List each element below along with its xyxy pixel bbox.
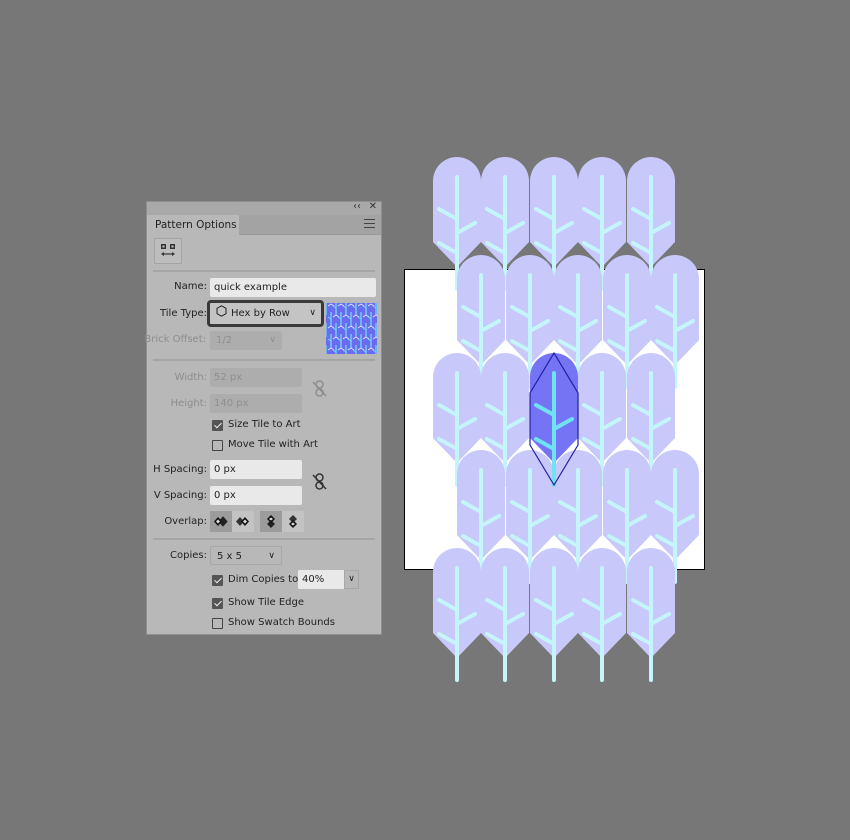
v-spacing-input[interactable]: 0 px — [210, 486, 302, 505]
overlap-left-in-front-button[interactable] — [210, 511, 232, 532]
pattern-copy-leaf — [578, 548, 626, 682]
name-label: Name: — [174, 281, 207, 292]
double-chevron-left-icon[interactable]: ‹‹ — [353, 201, 361, 212]
copies-label: Copies: — [170, 550, 207, 561]
panel-titlebar[interactable]: ‹‹ ✕ — [147, 201, 381, 215]
overlap-right-front-icon — [236, 517, 249, 526]
brick-offset-label: Brick Offset: — [144, 334, 206, 345]
size-tile-to-art-checkbox[interactable] — [212, 420, 223, 431]
overlap-bottom-front-icon — [289, 515, 297, 528]
h-spacing-input[interactable]: 0 px — [210, 460, 302, 479]
width-input[interactable]: 52 px — [210, 368, 302, 387]
brick-offset-select[interactable]: 1/2 ∨ — [210, 331, 282, 350]
dim-copies-input[interactable]: 40% — [298, 570, 344, 589]
pattern-copy-leaf — [530, 548, 578, 682]
overlap-top-in-front-button[interactable] — [260, 511, 282, 532]
dim-copies-label: Dim Copies to: — [228, 574, 302, 585]
pattern-copy-leaf — [627, 548, 675, 682]
hamburger-menu-icon[interactable] — [364, 219, 375, 229]
dim-copies-checkbox[interactable] — [212, 575, 223, 586]
unlinked-chain-icon[interactable] — [312, 379, 328, 399]
overlap-label: Overlap: — [164, 516, 207, 527]
panel-tab-row: Pattern Options — [147, 215, 381, 235]
unlinked-chain-icon[interactable] — [312, 472, 328, 492]
brick-offset-value: 1/2 — [216, 335, 233, 346]
divider — [153, 538, 375, 540]
show-tile-edge-label: Show Tile Edge — [228, 597, 305, 608]
show-tile-edge-checkbox[interactable] — [212, 598, 223, 609]
show-swatch-bounds-label: Show Swatch Bounds — [228, 617, 335, 628]
pattern-options-panel: ‹‹ ✕ Pattern Options Name: quick example… — [144, 201, 382, 635]
divider — [153, 270, 375, 272]
show-swatch-bounds-checkbox[interactable] — [212, 618, 223, 629]
pattern-copy-leaf — [481, 548, 529, 682]
chevron-down-icon: ∨ — [269, 335, 276, 345]
close-icon[interactable]: ✕ — [369, 201, 377, 212]
artboard-canvas[interactable] — [0, 0, 850, 840]
overlap-left-front-icon — [214, 516, 228, 527]
v-spacing-label: V Spacing: — [153, 490, 207, 501]
dim-copies-dropdown[interactable]: ∨ — [344, 570, 359, 589]
height-label: Height: — [170, 398, 207, 409]
hexagon-icon — [216, 305, 227, 322]
move-tile-with-art-checkbox[interactable] — [212, 440, 223, 451]
pattern-preview-swatch — [326, 303, 377, 354]
chevron-down-icon: ∨ — [268, 551, 275, 561]
copies-value: 5 x 5 — [217, 551, 242, 562]
overlap-top-front-icon — [267, 515, 275, 528]
overlap-right-in-front-button[interactable] — [232, 511, 254, 532]
divider — [153, 359, 375, 361]
width-label: Width: — [174, 372, 207, 383]
tile-type-value: Hex by Row — [231, 308, 290, 319]
move-tile-with-art-label: Move Tile with Art — [228, 439, 318, 450]
tile-type-select[interactable]: Hex by Row ∨ — [207, 300, 324, 327]
size-tile-to-art-label: Size Tile to Art — [228, 419, 301, 430]
copies-select[interactable]: 5 x 5 ∨ — [210, 546, 282, 565]
chevron-down-icon: ∨ — [348, 574, 355, 584]
tab-pattern-options[interactable]: Pattern Options — [147, 215, 239, 235]
pattern-tile-tool-button[interactable] — [154, 238, 182, 264]
pattern-copy-leaf — [433, 548, 481, 682]
h-spacing-label: H Spacing: — [153, 464, 207, 475]
pattern-tile-tool-icon — [161, 244, 175, 256]
tile-type-label: Tile Type: — [159, 308, 207, 319]
chevron-down-icon: ∨ — [309, 308, 316, 318]
height-input[interactable]: 140 px — [210, 394, 302, 413]
overlap-bottom-in-front-button[interactable] — [282, 511, 304, 532]
name-input[interactable]: quick example — [210, 278, 376, 297]
